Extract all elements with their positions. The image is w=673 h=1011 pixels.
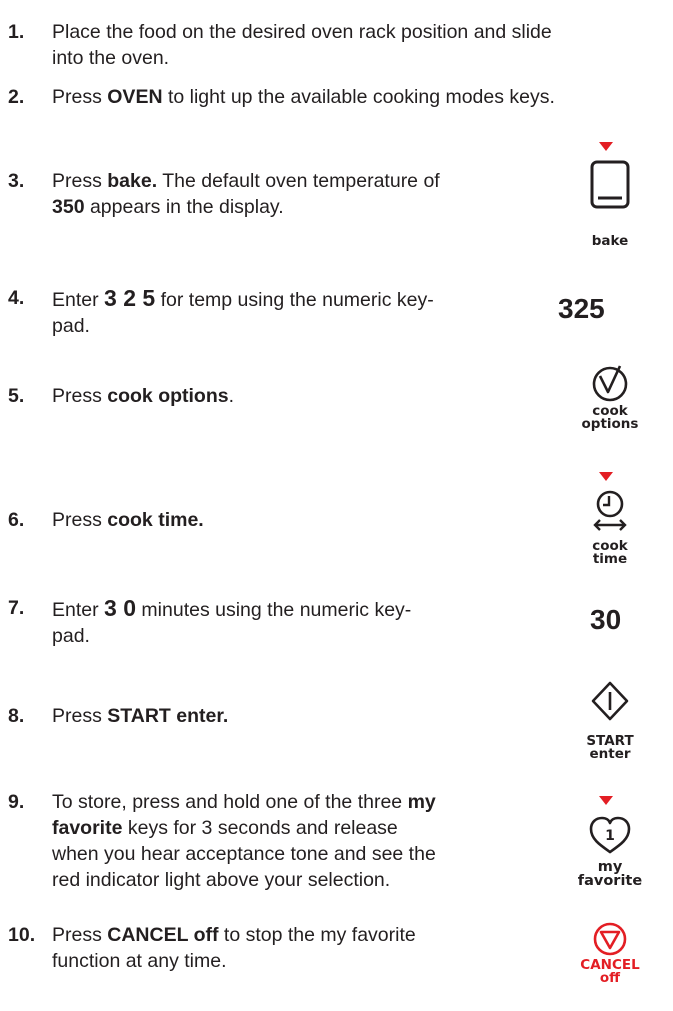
step-text: Press CANCEL off to stop the my favorite… xyxy=(52,924,416,972)
step-text: Place the food on the desired oven rack … xyxy=(52,21,552,69)
step-number: 8. xyxy=(8,705,25,727)
time-display-value: 30 xyxy=(590,604,622,635)
step-text: Press cook options. xyxy=(52,385,235,407)
step-text: Enter 3 2 5 for temp using the numeric k… xyxy=(52,285,434,337)
cancel-key-label: CANCEL off xyxy=(580,957,640,986)
heart-1-icon[interactable]: 1 xyxy=(588,815,632,855)
step-number: 6. xyxy=(8,509,25,531)
temp-display-value: 325 xyxy=(558,293,605,324)
indicator-light xyxy=(599,796,613,805)
start-diamond-icon[interactable] xyxy=(590,680,630,724)
step-number: 10. xyxy=(8,924,36,946)
my-favorite-key-label: my favorite xyxy=(577,859,643,889)
step-text: Press cook time. xyxy=(52,509,204,531)
cancel-triangle-icon[interactable] xyxy=(592,921,628,957)
start-key-label: START enter xyxy=(586,733,634,762)
step-number: 7. xyxy=(8,597,25,619)
cook-options-key-label: cook options xyxy=(581,403,639,432)
step-number: 4. xyxy=(8,287,25,309)
checkmark-circle-icon[interactable] xyxy=(590,364,630,404)
bake-square-icon[interactable] xyxy=(590,160,630,210)
indicator-light xyxy=(599,472,613,481)
indicator-light xyxy=(599,142,613,151)
step-number: 1. xyxy=(8,21,25,43)
step-text: To store, press and hold one of the thre… xyxy=(52,791,436,891)
step-text: Press bake. The default oven temperature… xyxy=(52,170,440,218)
step-text: Press OVEN to light up the available coo… xyxy=(52,86,555,108)
step-number: 3. xyxy=(8,170,25,192)
step-number: 5. xyxy=(8,385,25,407)
step-text: Press START enter. xyxy=(52,705,229,727)
cook-time-key-label: cook time xyxy=(592,538,628,567)
bake-key-label: bake xyxy=(591,233,629,249)
step-text: Enter 3 0 minutes using the numeric key-… xyxy=(52,595,412,647)
clock-arrow-icon[interactable] xyxy=(592,490,628,540)
favorite-digit: 1 xyxy=(605,828,615,844)
step-number: 2. xyxy=(8,86,25,108)
step-number: 9. xyxy=(8,791,25,813)
